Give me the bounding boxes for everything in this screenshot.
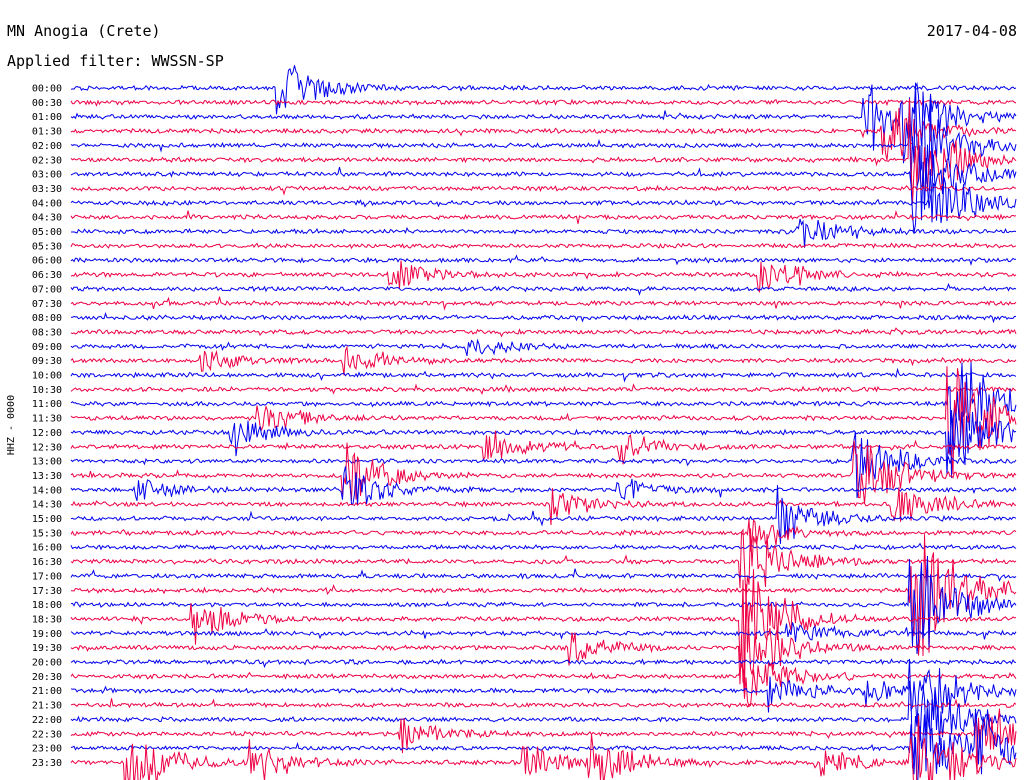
trace-row <box>70 312 1017 324</box>
row-time-label: 23:30 <box>32 758 62 769</box>
trace-row <box>70 282 1017 296</box>
trace-row <box>70 345 1017 376</box>
row-time-label: 15:00 <box>32 514 62 525</box>
row-time-label: 04:00 <box>32 198 62 209</box>
row-time-label: 05:30 <box>32 241 62 252</box>
row-time-label: 23:00 <box>32 744 62 755</box>
trace-row <box>70 65 1017 115</box>
trace-row <box>71 218 1017 248</box>
row-time-label: 11:30 <box>32 414 62 425</box>
trace-row <box>70 254 1017 266</box>
row-time-label: 13:30 <box>32 471 62 482</box>
trace-row <box>70 466 1017 506</box>
row-time-label: 16:30 <box>32 557 62 568</box>
row-time-label: 18:30 <box>32 614 62 625</box>
trace-row <box>70 528 1017 599</box>
row-time-label: 07:00 <box>32 284 62 295</box>
row-time-label: 19:00 <box>32 629 62 640</box>
row-time-label: 15:30 <box>32 528 62 539</box>
row-time-label: 00:00 <box>32 84 62 95</box>
row-time-label: 00:30 <box>32 98 62 109</box>
row-time-label: 14:00 <box>32 485 62 496</box>
row-time-label: 12:30 <box>32 442 62 453</box>
row-time-label: 03:00 <box>32 170 62 181</box>
date-label: 2017-04-08 <box>927 22 1017 40</box>
helicorder-plot: MN Anogia (Crete) Applied filter: WWSSN-… <box>6 22 1017 780</box>
row-time-label: 20:00 <box>32 658 62 669</box>
trace-row <box>70 698 1017 709</box>
row-time-label: 02:30 <box>32 155 62 166</box>
trace-row <box>71 534 1017 657</box>
row-time-label: 12:00 <box>32 428 62 439</box>
row-time-label: 05:00 <box>32 227 62 238</box>
row-time-label: 01:00 <box>32 112 62 123</box>
row-time-label: 19:30 <box>32 643 62 654</box>
trace-row <box>70 555 1017 655</box>
trace-row <box>70 260 1017 293</box>
row-time-label: 06:00 <box>32 256 62 267</box>
row-time-label: 21:00 <box>32 686 62 697</box>
trace-row <box>70 81 1017 164</box>
row-time-label: 18:00 <box>32 600 62 611</box>
trace-row <box>70 568 1017 582</box>
trace-row <box>70 98 1017 107</box>
trace-row <box>70 542 1017 551</box>
row-time-label: 01:30 <box>32 127 62 138</box>
row-time-label: 09:00 <box>32 342 62 353</box>
row-time-label: 04:30 <box>32 213 62 224</box>
row-time-label: 17:00 <box>32 571 62 582</box>
row-time-label: 17:30 <box>32 586 62 597</box>
row-time-label: 11:00 <box>32 399 62 410</box>
filter-label: Applied filter: WWSSN-SP <box>7 52 224 70</box>
trace-row <box>70 383 1017 397</box>
trace-row <box>70 485 1017 544</box>
trace-row <box>70 169 1017 224</box>
row-time-label: 13:00 <box>32 457 62 468</box>
row-time-label: 22:00 <box>32 715 62 726</box>
trace-row <box>70 430 1017 465</box>
trace-row <box>70 366 1017 475</box>
row-time-label: 08:30 <box>32 327 62 338</box>
row-time-label: 21:30 <box>32 701 62 712</box>
trace-row <box>70 431 1017 498</box>
row-time-label: 10:00 <box>32 371 62 382</box>
channel-label: HHZ - 0000 <box>6 395 17 455</box>
trace-row <box>70 210 1017 224</box>
trace-row <box>70 658 1017 669</box>
trace-row <box>70 242 1017 250</box>
row-time-label: 03:30 <box>32 184 62 195</box>
trace-row <box>70 327 1017 338</box>
row-time-labels: 00:00 00:30 01:00 01:30 02:00 02:30 03:00 03:30… <box>32 84 62 769</box>
row-time-label: 09:30 <box>32 356 62 367</box>
seismic-traces <box>70 65 1017 780</box>
row-time-label: 22:30 <box>32 729 62 740</box>
trace-row <box>70 367 1017 383</box>
row-time-label: 14:30 <box>32 500 62 511</box>
trace-row <box>70 296 1017 311</box>
trace-row <box>70 658 1017 741</box>
trace-row <box>70 182 1017 196</box>
row-time-label: 16:00 <box>32 543 62 554</box>
row-time-label: 07:30 <box>32 299 62 310</box>
row-time-label: 02:00 <box>32 141 62 152</box>
trace-row <box>70 661 1017 708</box>
station-title: MN Anogia (Crete) <box>7 22 161 40</box>
row-time-label: 08:00 <box>32 313 62 324</box>
row-time-label: 20:30 <box>32 672 62 683</box>
row-time-label: 10:30 <box>32 385 62 396</box>
row-time-label: 06:30 <box>32 270 62 281</box>
